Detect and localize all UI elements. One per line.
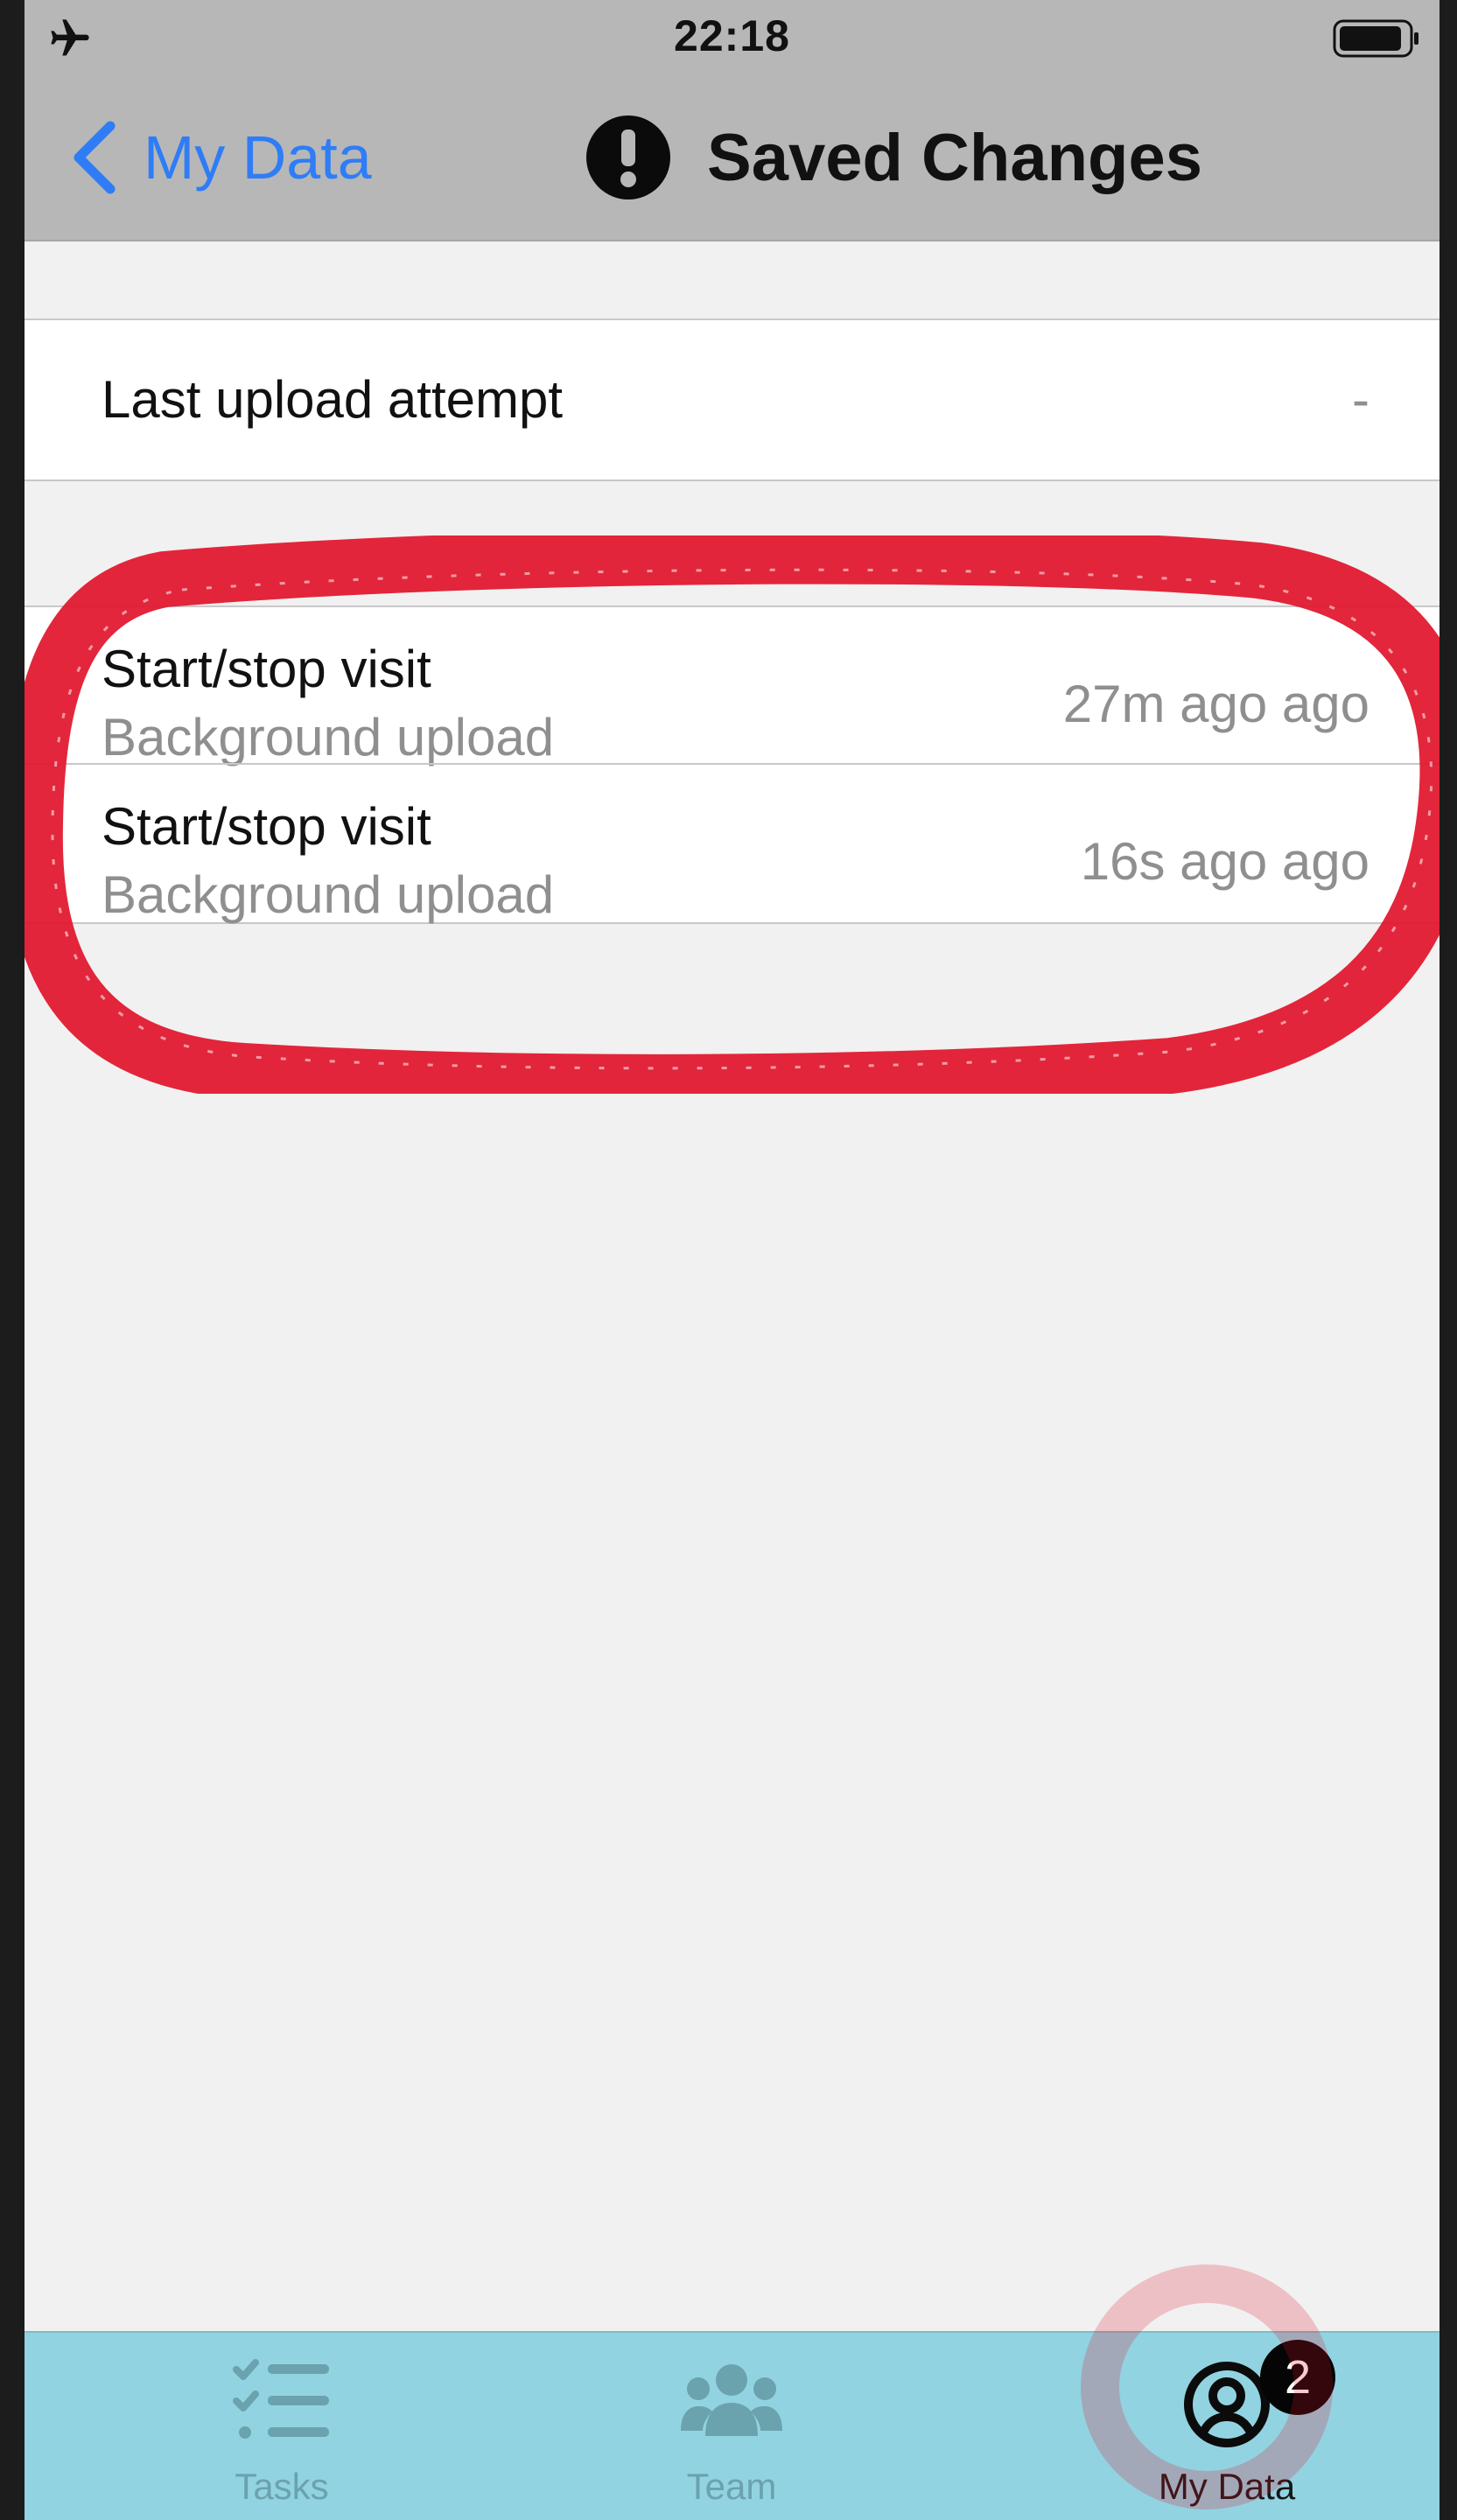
change-time: 27m ago ago: [1062, 675, 1369, 733]
status-time: 22:18: [674, 11, 790, 60]
list-item[interactable]: Start/stop visit Background upload 27m a…: [25, 607, 1439, 766]
saved-changes-list: Start/stop visit Background upload 27m a…: [25, 606, 1439, 924]
tab-label: My Data: [1158, 2466, 1296, 2507]
tab-label: Team: [686, 2466, 777, 2507]
change-subtitle: Background upload: [102, 708, 555, 766]
upload-status-section: Last upload attempt -: [25, 318, 1439, 481]
back-button-label: My Data: [144, 123, 372, 192]
last-upload-row: Last upload attempt -: [25, 320, 1439, 480]
tab-tasks[interactable]: Tasks: [107, 2333, 457, 2520]
tasks-icon: [233, 2359, 329, 2439]
change-title: Start/stop visit: [102, 640, 431, 698]
page-title: Saved Changes: [707, 120, 1202, 195]
change-subtitle: Background upload: [102, 865, 555, 924]
change-title: Start/stop visit: [102, 797, 431, 856]
status-bar: 22:18: [25, 0, 1439, 79]
battery-icon: [1333, 19, 1418, 58]
tab-team[interactable]: Team: [557, 2333, 907, 2520]
change-time: 16s ago ago: [1080, 832, 1369, 891]
notification-badge: 2: [1260, 2340, 1335, 2415]
tab-label: Tasks: [235, 2466, 329, 2507]
team-icon: [681, 2364, 782, 2436]
navigation-bar: My Data Saved Changes: [25, 79, 1439, 242]
page-title-group: Saved Changes: [585, 114, 1202, 201]
last-upload-value: -: [1352, 370, 1369, 429]
last-upload-label: Last upload attempt: [102, 370, 564, 429]
chevron-left-icon: [74, 121, 116, 194]
tab-bar: Tasks Team 2 My Data: [25, 2331, 1439, 2520]
exclamation-circle-icon: [586, 116, 670, 200]
app-screen: 22:18 My Data Saved Changes Last upload …: [25, 0, 1439, 2520]
list-item[interactable]: Start/stop visit Background upload 16s a…: [25, 765, 1439, 924]
tab-my-data[interactable]: 2 My Data: [1052, 2333, 1402, 2520]
back-button[interactable]: My Data: [70, 114, 372, 201]
